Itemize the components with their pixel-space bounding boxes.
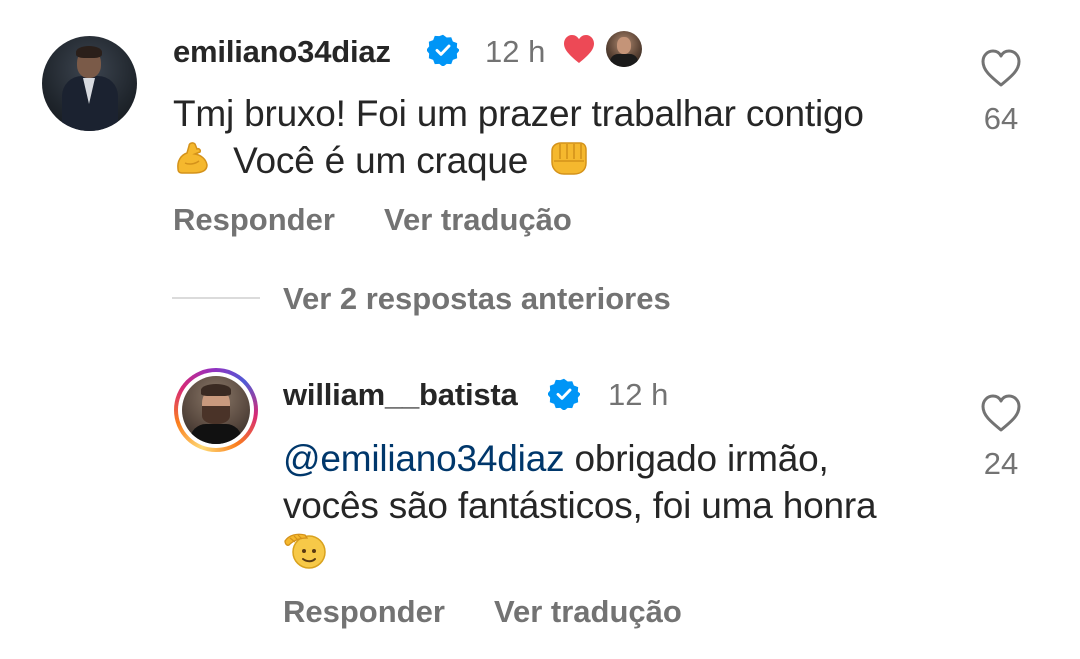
comment-text-line2: Você é um craque — [233, 140, 529, 181]
see-translation-button[interactable]: Ver tradução — [384, 202, 572, 238]
like-count: 64 — [983, 101, 1019, 136]
comment-timestamp: 12 h — [485, 34, 546, 69]
comment-body: Tmj bruxo! Foi um prazer trabalhar conti… — [173, 90, 963, 184]
reply-body: @emiliano34diaz obrigado irmão, vocês sã… — [283, 435, 963, 578]
reply-timestamp: 12 h — [608, 377, 669, 412]
view-previous-replies-button[interactable]: Ver 2 respostas anteriores — [283, 281, 671, 317]
saluting-face-icon — [284, 533, 326, 569]
avatar-william__batista — [182, 376, 250, 444]
comment-text-line1: Tmj bruxo! Foi um prazer trabalhar conti… — [173, 93, 864, 134]
verified-badge-icon — [427, 34, 459, 66]
mention-link[interactable]: @emiliano34diaz — [283, 438, 565, 479]
story-ring[interactable] — [174, 368, 258, 452]
like-heart-icon[interactable] — [980, 48, 1022, 88]
flexed-biceps-icon — [177, 142, 208, 174]
avatar-emiliano34diaz[interactable] — [42, 36, 137, 131]
see-translation-button[interactable]: Ver tradução — [494, 594, 682, 630]
creator-mini-avatar — [606, 31, 642, 67]
creator-liked-heart-icon — [564, 35, 594, 63]
verified-badge-icon — [548, 378, 580, 410]
comments-thread: emiliano34diaz 12 h Tmj bruxo! Foi um pr… — [0, 0, 1080, 659]
like-heart-icon[interactable] — [980, 393, 1022, 433]
reply-text-line1: obrigado irmão, — [574, 438, 829, 479]
like-count: 24 — [983, 446, 1019, 481]
reply-text-line2: vocês são fantásticos, foi uma honra — [283, 485, 877, 526]
oncoming-fist-icon — [551, 142, 587, 175]
reply-button[interactable]: Responder — [173, 202, 335, 238]
comment-username[interactable]: emiliano34diaz — [173, 34, 391, 70]
reply-button[interactable]: Responder — [283, 594, 445, 630]
reply-username[interactable]: william__batista — [283, 377, 518, 413]
replies-divider — [172, 297, 260, 299]
